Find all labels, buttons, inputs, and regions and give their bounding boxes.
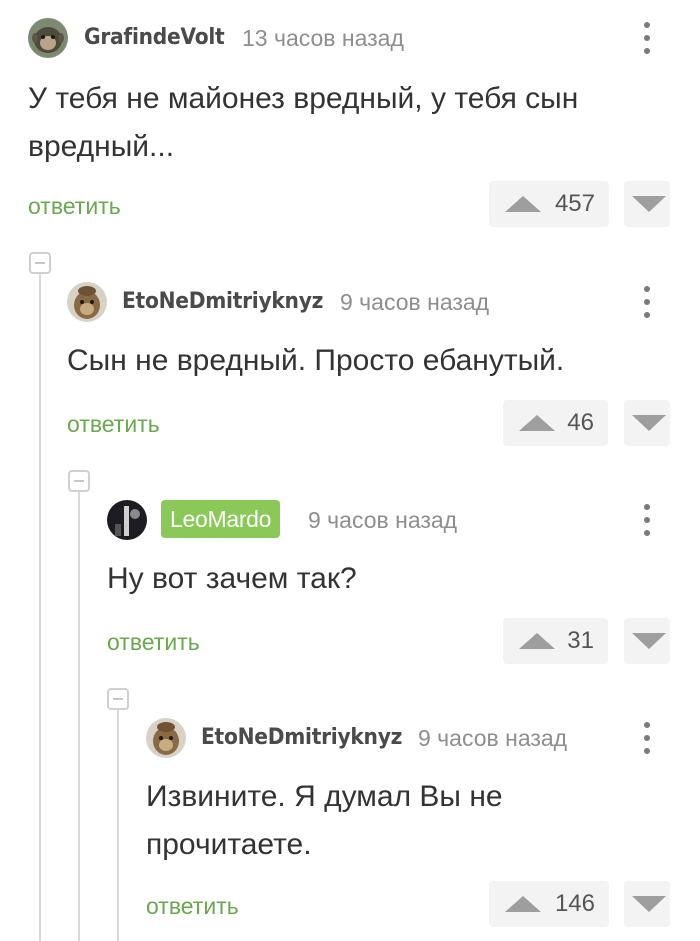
comment-time: 9 часов назад <box>308 507 458 533</box>
comment-username[interactable]: EtoNeDmitriyknyz <box>201 718 402 758</box>
collapse-thread-button[interactable] <box>68 470 90 492</box>
downvote-button[interactable] <box>624 400 670 446</box>
vote-count: 146 <box>554 890 595 917</box>
comment-text: Сын не вредный. Просто ебанутый. <box>67 344 565 377</box>
reply-button[interactable]: ответить <box>107 629 200 656</box>
monkey-avatar-icon[interactable] <box>146 718 186 758</box>
arrow-up-icon <box>519 415 555 431</box>
comment-username[interactable]: EtoNeDmitriyknyz <box>122 282 323 322</box>
collapse-thread-button[interactable] <box>29 252 51 274</box>
upvote-button[interactable]: 457 <box>489 181 609 227</box>
comment-text: У тебя не майонез вредный, у тебя сын вр… <box>28 82 579 163</box>
reply-button[interactable]: ответить <box>28 193 121 220</box>
dark-avatar-icon[interactable] <box>107 500 147 540</box>
more-options-icon[interactable] <box>641 20 653 56</box>
thread-line <box>78 490 80 941</box>
upvote-button[interactable]: 46 <box>503 400 608 446</box>
arrow-down-icon <box>632 633 666 649</box>
arrow-up-icon <box>505 896 541 912</box>
reply-button[interactable]: ответить <box>67 411 160 438</box>
more-options-icon[interactable] <box>641 502 653 538</box>
monkey-avatar-icon[interactable] <box>28 18 68 58</box>
vote-count: 46 <box>567 409 594 436</box>
reply-button[interactable]: ответить <box>146 893 239 920</box>
upvote-button[interactable]: 31 <box>503 618 608 664</box>
monkey-avatar-icon[interactable] <box>67 282 107 322</box>
upvote-button[interactable]: 146 <box>489 881 609 927</box>
comment-text: Извините. Я думал Вы не прочитаете. <box>146 780 503 861</box>
comment-time: 13 часов назад <box>242 25 404 51</box>
arrow-down-icon <box>632 415 666 431</box>
thread-line <box>39 272 41 941</box>
arrow-down-icon <box>632 196 666 212</box>
downvote-button[interactable] <box>624 181 670 227</box>
comment-text: Ну вот зачем так? <box>107 562 357 595</box>
thread-line <box>117 708 119 941</box>
arrow-up-icon <box>519 633 555 649</box>
more-options-icon[interactable] <box>641 720 653 756</box>
downvote-button[interactable] <box>624 618 670 664</box>
comment-username[interactable]: GrafindeVolt <box>84 18 225 58</box>
downvote-button[interactable] <box>624 881 670 927</box>
comment-username[interactable]: LeoMardo <box>161 500 281 538</box>
arrow-up-icon <box>505 196 541 212</box>
vote-count: 31 <box>567 627 594 654</box>
collapse-thread-button[interactable] <box>107 688 129 710</box>
arrow-down-icon <box>632 896 666 912</box>
comment-time: 9 часов назад <box>418 725 568 751</box>
more-options-icon[interactable] <box>641 284 653 320</box>
vote-count: 457 <box>554 190 595 217</box>
comment-time: 9 часов назад <box>340 289 490 315</box>
